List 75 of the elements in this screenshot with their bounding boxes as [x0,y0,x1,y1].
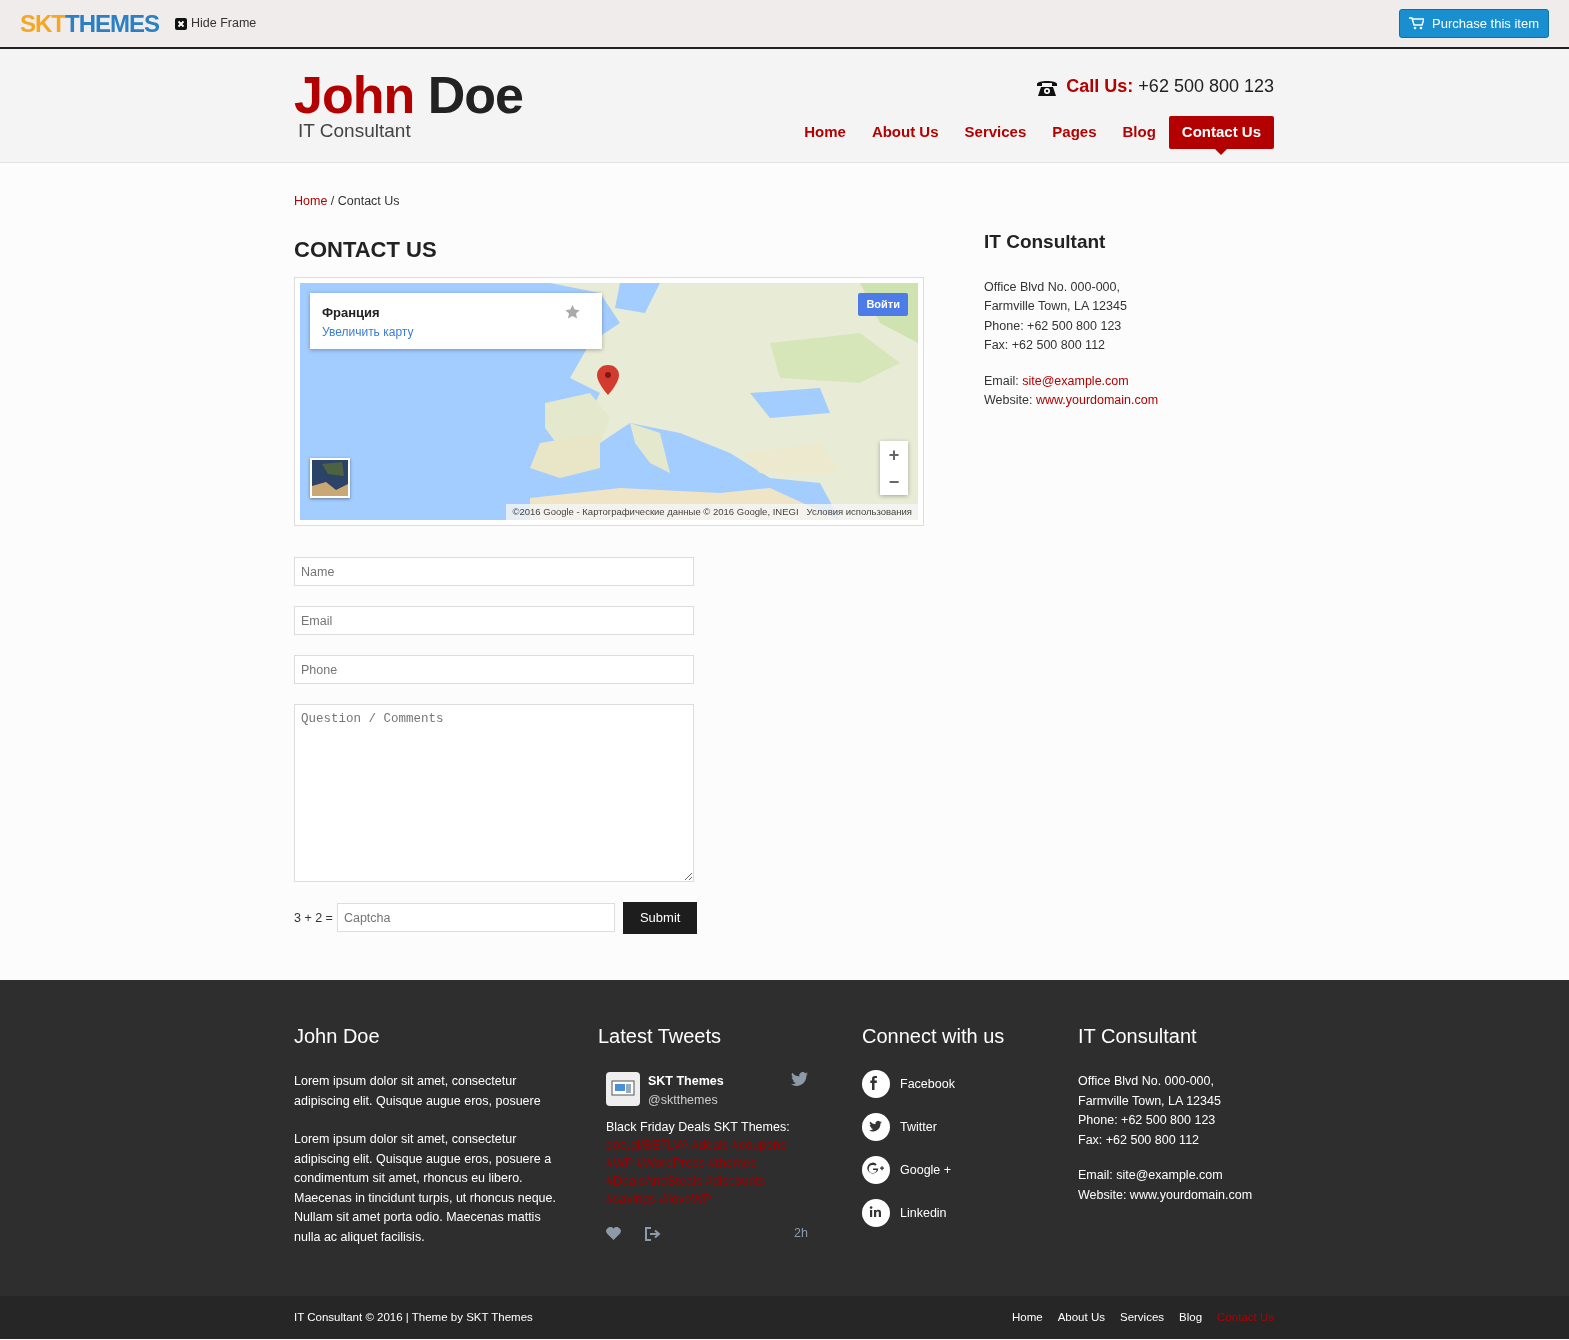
footer-title: John Doe [294,1024,381,1048]
address-line: Phone: +62 500 800 123 [984,317,1123,335]
google-plus-icon[interactable] [862,1156,890,1184]
page-title: CONTACT US [294,236,438,264]
star-icon[interactable] [565,305,580,320]
submit-button[interactable]: Submit [622,902,698,934]
tweet-handle: @sktthemes [648,1091,719,1109]
place-name: Франция [322,304,380,323]
footer-title: Latest Tweets [598,1024,723,1048]
website-link[interactable]: www.yourdomain.com [1035,393,1159,408]
nav-link[interactable]: Blog [1109,116,1169,149]
email-line: Email: site@example.com [1078,1167,1224,1184]
social-link[interactable]: Linkedin [900,1203,947,1223]
nav-link[interactable]: Home [791,116,859,149]
email-line: Email: site@example.com [984,372,1130,390]
footer-paragraph: Lorem ipsum dolor sit amet, consectetur adipiscing elit. Quisque augue eros, posuere a condimentum sit amet, rhoncus eu libero. Maecenas in tincidunt turpis, ut rhoncus neque. Nullam sit amet porta odio. Maecenas mattis nulla ac aliquet facilisis. [294,1131,557,1246]
terms-link[interactable]: Условия использования [806,504,912,520]
close-icon [175,17,187,30]
social-link[interactable]: Facebook [900,1074,955,1094]
hide-frame-button[interactable]: Hide Frame [175,14,257,33]
footer-nav-link[interactable]: Services [1119,1308,1165,1327]
email-link[interactable]: site@example.com [1022,373,1129,388]
site-title: John Doe [294,69,523,121]
enlarge-map-link[interactable]: Увеличить карту [322,322,590,341]
satellite-view-button[interactable] [310,458,350,499]
website-line: Website: www.yourdomain.com [1078,1186,1254,1204]
address-line: Phone: +62 500 800 123 [1078,1112,1217,1129]
heart-icon[interactable] [606,1227,621,1241]
address-line: Fax: +62 500 800 112 [1078,1131,1201,1149]
cart-icon [1409,17,1425,30]
social-link[interactable]: Google + [900,1160,952,1180]
avatar-icon [606,1072,640,1106]
sidebar-title: IT Consultant [984,231,1107,254]
captcha-field[interactable]: Captcha [336,903,615,933]
zoom-out-button[interactable]: − [880,468,908,496]
nav-link[interactable]: Services [951,116,1040,149]
call-us-text: Call Us: +62 500 800 123 [1066,75,1274,98]
nav-link[interactable]: About Us [858,116,952,149]
address-line: Farmville Town, LA 12345 [1078,1092,1222,1110]
comments-field[interactable]: Question / Comments [294,704,694,883]
footer-nav-link[interactable]: Blog [1179,1308,1203,1327]
share-icon[interactable] [645,1226,661,1241]
footer-paragraph: Lorem ipsum dolor sit amet, consectetur adipiscing elit. Quisque augue eros, posuere [294,1073,542,1110]
breadcrumb: Home / Contact Us [294,193,401,210]
nav-link[interactable]: Pages [1039,116,1110,149]
bird-icon [791,1072,808,1086]
logo[interactable]: SKTTHEMES [20,11,159,36]
tweet-text: Black Friday Deals SKT Themes: [606,1118,791,1136]
site-tagline: IT Consultant [298,121,412,140]
zoom-in-button[interactable]: + [880,441,908,469]
input-field[interactable]: Name [294,557,694,587]
sign-in-button[interactable]: Войти [858,293,908,316]
captcha-question: 3 + 2 = [294,909,333,927]
bird-icon[interactable] [862,1113,890,1141]
website-line: Website: www.yourdomain.com [984,392,1159,410]
social-link[interactable]: Twitter [900,1117,937,1137]
copyright-text: IT Consultant © 2016 | Theme by SKT Themes [294,1309,533,1325]
address-line: Office Blvd No. 000-000, [1078,1073,1215,1090]
input-field[interactable]: Email [294,606,694,636]
address-line: Office Blvd No. 000-000, [984,278,1121,296]
footer-nav-link[interactable]: Home [1011,1308,1043,1327]
address-line: Farmville Town, LA 12345 [984,298,1128,316]
facebook-icon[interactable] [862,1070,890,1098]
purchase-button[interactable]: Purchase this item [1399,8,1549,39]
address-line: Fax: +62 500 800 112 [984,337,1107,355]
pointer-icon [1215,148,1228,155]
tweet-time: 2h [794,1225,808,1243]
footer-nav-link[interactable]: About Us [1057,1308,1105,1327]
breadcrumb-link[interactable]: Home [294,194,328,208]
map-attribution: ©2016 Google - Картографические данные © 2016 Google, INEGI [512,504,799,519]
tweet-author: SKT Themes [648,1073,724,1090]
linkedin-icon[interactable] [862,1199,890,1227]
footer-title: IT Consultant [1078,1024,1198,1048]
footer-title: Connect with us [862,1024,1006,1048]
input-field[interactable]: Phone [294,655,694,685]
